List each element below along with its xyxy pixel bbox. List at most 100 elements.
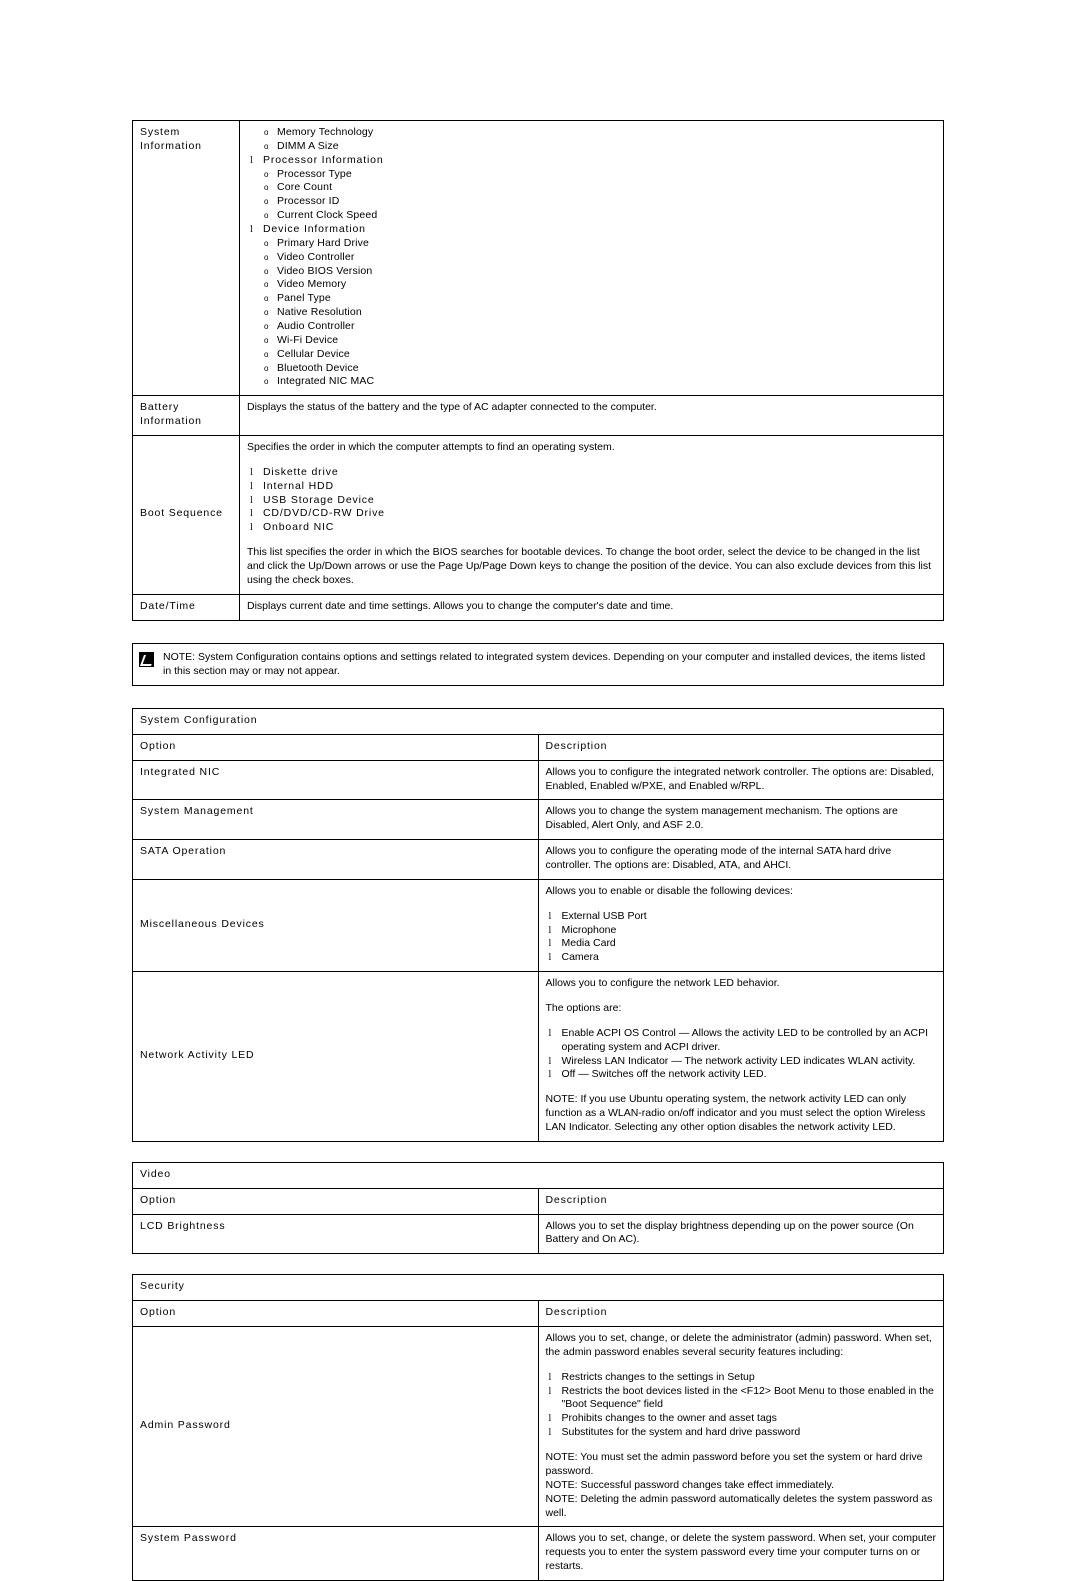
network-led-note: NOTE: If you use Ubuntu operating system… <box>545 1093 926 1134</box>
description-cell: Displays current date and time settings.… <box>239 593 944 621</box>
column-header-description: Description <box>537 1300 944 1328</box>
table-row: System Password Allows you to set, chang… <box>132 1526 944 1581</box>
note-callout: NOTE: System Configuration contains opti… <box>132 642 944 686</box>
list-item: Memory Technology <box>247 126 936 140</box>
column-header-description: Description <box>537 1187 944 1215</box>
list-item: Integrated NIC MAC <box>247 375 936 389</box>
option-cell: LCD Brightness <box>132 1213 539 1255</box>
list-item: Video Controller <box>247 251 936 265</box>
description-cell: Displays the status of the battery and t… <box>239 395 944 437</box>
table-row: Date/Time Displays current date and time… <box>132 593 944 621</box>
table-row: SATA Operation Allows you to configure t… <box>132 839 944 880</box>
description-cell: Allows you to set the display brightness… <box>537 1213 944 1255</box>
description-cell: Memory TechnologyDIMM A SizeProcessor In… <box>239 119 944 397</box>
description-cell: Allows you to set, change, or delete the… <box>537 1526 944 1581</box>
list-item: Video BIOS Version <box>247 265 936 279</box>
description-cell: Allows you to set, change, or delete the… <box>537 1326 944 1528</box>
table-row: Miscellaneous Devices Allows you to enab… <box>132 878 944 973</box>
list-item: DIMM A Size <box>247 140 936 154</box>
list-item: Onboard NIC <box>247 521 936 535</box>
list-item: Off — Switches off the network activity … <box>546 1068 937 1082</box>
column-header-option: Option <box>132 1300 539 1328</box>
option-cell: Integrated NIC <box>132 759 539 801</box>
admin-password-notes: NOTE: You must set the admin password be… <box>546 1451 937 1520</box>
list-item: Internal HDD <box>247 480 936 494</box>
note-line: NOTE: Deleting the admin password automa… <box>545 1492 933 1519</box>
misc-devices-intro: Allows you to enable or disable the foll… <box>545 884 793 897</box>
list-item: Diskette drive <box>247 466 936 480</box>
note-line: NOTE: You must set the admin password be… <box>545 1451 923 1477</box>
document-page: System Information Memory TechnologyDIMM… <box>0 0 1080 1581</box>
description-text: Displays the status of the battery and t… <box>247 401 657 414</box>
description-cell: Allows you to configure the operating mo… <box>537 839 944 880</box>
list-item: Primary Hard Drive <box>247 237 936 251</box>
table-header-row: Option Description <box>132 1300 944 1328</box>
network-led-options-list: Enable ACPI OS Control — Allows the acti… <box>546 1027 937 1082</box>
admin-password-features-list: Restricts changes to the settings in Set… <box>546 1371 937 1440</box>
table-section-title-row: System Configuration <box>132 707 944 735</box>
table-row: LCD Brightness Allows you to set the dis… <box>132 1213 944 1255</box>
option-label: Date/Time <box>140 599 196 612</box>
column-header-option: Option <box>132 1187 539 1215</box>
option-label: System Information <box>140 126 202 152</box>
network-led-intro: Allows you to configure the network LED … <box>545 977 780 990</box>
system-information-entries: Memory TechnologyDIMM A SizeProcessor In… <box>247 126 936 389</box>
list-item: Audio Controller <box>247 320 936 334</box>
note-text: NOTE: System Configuration contains opti… <box>163 650 926 677</box>
list-item: Enable ACPI OS Control — Allows the acti… <box>546 1027 937 1055</box>
list-item: Substitutes for the system and hard driv… <box>546 1426 937 1440</box>
list-item: Media Card <box>546 937 937 951</box>
table-row: Admin Password Allows you to set, change… <box>132 1326 944 1528</box>
description-cell: Allows you to configure the integrated n… <box>537 759 944 801</box>
table-header-row: Option Description <box>132 1187 944 1215</box>
option-label: Boot Sequence <box>140 507 223 520</box>
option-label: System Password <box>140 1532 237 1545</box>
column-header-description: Description <box>537 733 944 761</box>
table-row: System Management Allows you to change t… <box>132 799 944 841</box>
table-row: System Information Memory TechnologyDIMM… <box>132 119 944 397</box>
description-cell: Allows you to enable or disable the foll… <box>537 878 944 973</box>
list-item: Video Memory <box>247 278 936 292</box>
network-led-intro2: The options are: <box>545 1002 622 1015</box>
system-setup-table: System Information Memory TechnologyDIMM… <box>132 119 944 621</box>
description-cell: Specifies the order in which the compute… <box>239 435 944 595</box>
option-cell: SATA Operation <box>132 839 539 880</box>
admin-password-intro: Allows you to set, change, or delete the… <box>545 1332 932 1358</box>
option-cell: System Password <box>132 1526 539 1581</box>
list-item: External USB Port <box>546 910 937 924</box>
list-item: CD/DVD/CD-RW Drive <box>247 507 936 521</box>
option-cell: System Information <box>132 119 240 397</box>
table-section-title-row: Security <box>132 1274 944 1302</box>
table-row: Network Activity LED Allows you to confi… <box>132 971 944 1142</box>
list-item: USB Storage Device <box>247 494 936 508</box>
list-item: Camera <box>546 951 937 965</box>
list-item: Native Resolution <box>247 306 936 320</box>
list-item: Restricts the boot devices listed in the… <box>546 1385 937 1413</box>
boot-sequence-list: Diskette driveInternal HDDUSB Storage De… <box>247 466 936 535</box>
list-item: Wireless LAN Indicator — The network act… <box>546 1055 937 1069</box>
note-pencil-icon <box>139 651 154 667</box>
description-cell: Allows you to change the system manageme… <box>537 799 944 841</box>
video-table: Video Option Description LCD Brightness … <box>132 1161 944 1255</box>
list-item: Cellular Device <box>247 348 936 362</box>
list-item: Processor ID <box>247 195 936 209</box>
option-cell: Date/Time <box>132 593 240 621</box>
security-table: Security Option Description Admin Passwo… <box>132 1274 944 1581</box>
option-cell: Admin Password <box>132 1326 539 1528</box>
list-item: Bluetooth Device <box>247 362 936 376</box>
option-cell: Boot Sequence <box>132 435 240 595</box>
list-item: Processor Information <box>247 154 936 168</box>
option-cell: Network Activity LED <box>132 971 539 1142</box>
list-item: Microphone <box>546 924 937 938</box>
boot-sequence-intro: Specifies the order in which the compute… <box>247 441 615 454</box>
table-row: Boot Sequence Specifies the order in whi… <box>132 435 944 595</box>
section-title: Video <box>132 1161 944 1189</box>
column-header-option: Option <box>132 733 539 761</box>
table-header-row: Option Description <box>132 733 944 761</box>
table-section-title-row: Video <box>132 1161 944 1189</box>
note-line: NOTE: Successful password changes take e… <box>545 1478 835 1491</box>
list-item: Processor Type <box>247 168 936 182</box>
section-title: Security <box>132 1274 944 1302</box>
description-text: Displays current date and time settings.… <box>247 599 674 612</box>
option-cell: System Management <box>132 799 539 841</box>
